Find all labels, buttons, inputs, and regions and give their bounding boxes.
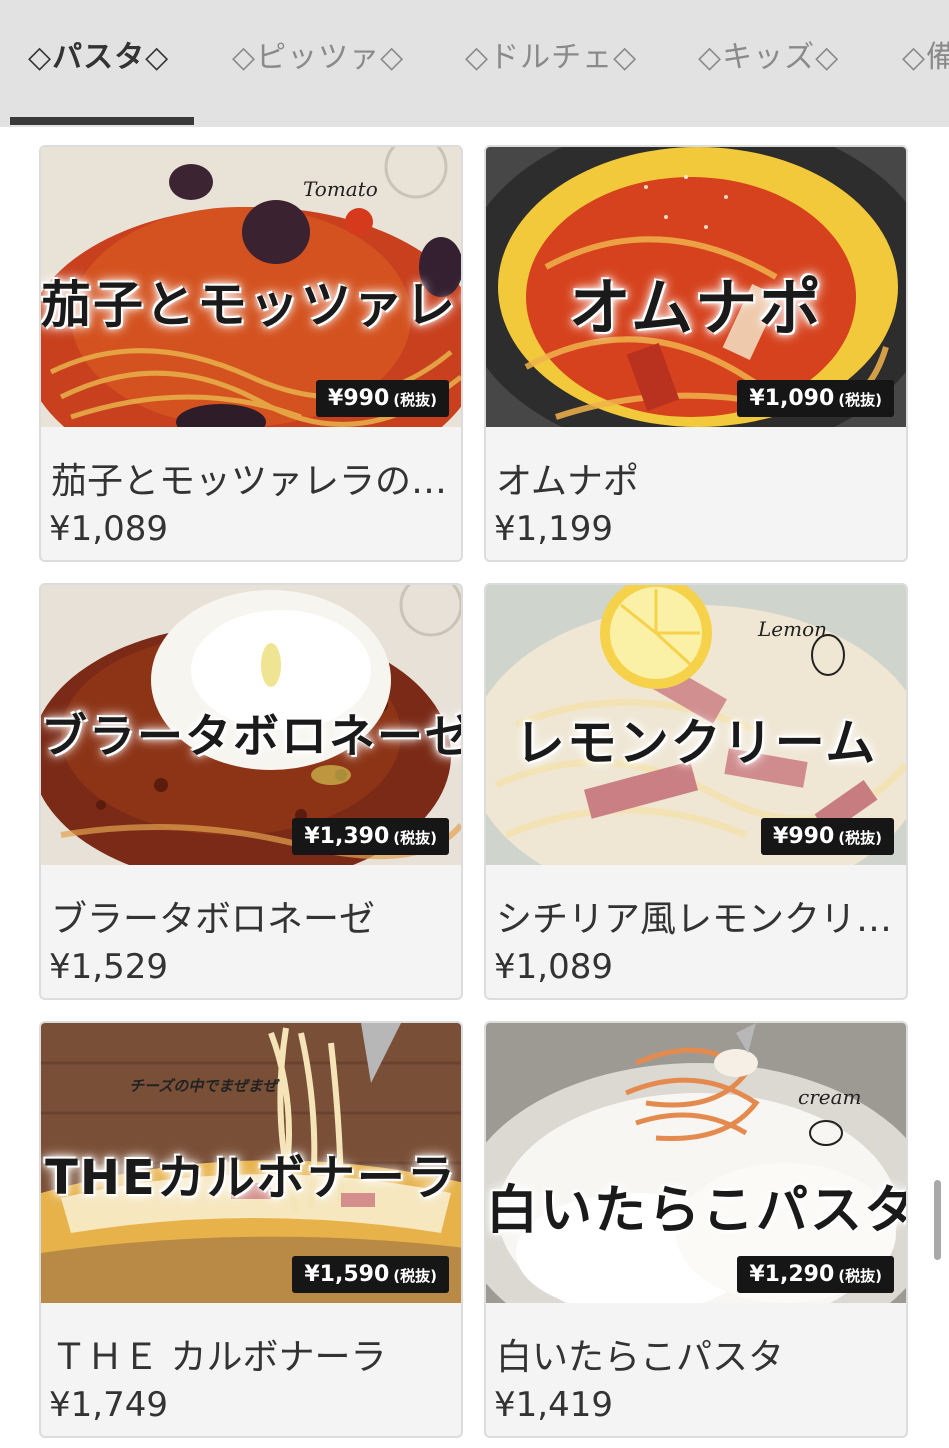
photo-overlay-title: 茄子とモッツァレラ — [41, 276, 461, 334]
menu-item-name: 茄子とモッツァレラの… — [51, 461, 448, 502]
menu-item-price: ¥1,199 — [494, 509, 613, 549]
photo-overlay-title: THEカルボナーラ — [45, 1150, 457, 1206]
menu-item-price: ¥1,089 — [494, 947, 613, 987]
menu-item-price: ¥1,419 — [494, 1385, 613, 1425]
photo-overlay-title: レモンクリーム — [514, 714, 878, 772]
vertical-scrollbar[interactable] — [934, 1180, 941, 1260]
menu-card-burrata-bolognese[interactable]: ブラータボロネーゼ ¥1,390 (税抜) ブラータボロネーゼ ¥1,529 — [39, 583, 463, 1000]
menu-item-price: ¥1,089 — [49, 509, 168, 549]
menu-grid: Tomato 茄子とモッツァレラ ¥990(税抜) 茄子とモッツァレラの… ¥1… — [0, 127, 949, 1448]
photo-price-tag: ¥990 (税抜) — [761, 818, 894, 855]
menu-item-name: ブラータボロネーゼ — [51, 899, 376, 940]
menu-card-eggplant-mozzarella[interactable]: Tomato 茄子とモッツァレラ ¥990(税抜) 茄子とモッツァレラの… ¥1… — [39, 145, 463, 562]
menu-item-photo: cream 白いたらこパスタ ¥1,290 (税抜) — [486, 1023, 906, 1303]
photo-overlay-title: オムナポ — [568, 271, 824, 344]
photo-price-tag: ¥1,390 (税抜) — [292, 818, 449, 855]
tab-kids[interactable]: ◇キッズ◇ — [698, 32, 839, 76]
active-tab-indicator — [10, 117, 194, 125]
menu-item-name: ＴＨＥ カルボナーラ — [51, 1337, 387, 1378]
menu-item-name: 白いたらこパスタ — [496, 1337, 785, 1378]
category-tab-bar: ◇パスタ◇ ◇ピッツァ◇ ◇ドルチェ◇ ◇キッズ◇ ◇備 — [0, 0, 949, 127]
tab-more[interactable]: ◇備 — [902, 32, 949, 76]
photo-decoration-text: Lemon — [758, 617, 828, 641]
menu-card-omunapo[interactable]: オムナポ ¥1,090 (税抜) オムナポ ¥1,199 — [484, 145, 908, 562]
menu-card-the-carbonara[interactable]: チーズの中でまぜまぜ THEカルボナーラ ¥1,590 (税抜) ＴＨＥ カルボナ… — [39, 1021, 463, 1438]
menu-card-white-tarako-pasta[interactable]: cream 白いたらこパスタ ¥1,290 (税抜) 白いたらこパスタ ¥1,41… — [484, 1021, 908, 1438]
tab-dolce[interactable]: ◇ドルチェ◇ — [465, 32, 637, 76]
menu-item-name: オムナポ — [496, 461, 639, 502]
photo-price-tag: ¥1,290 (税抜) — [737, 1256, 894, 1293]
photo-decoration-text: Tomato — [303, 177, 378, 201]
menu-item-photo: チーズの中でまぜまぜ THEカルボナーラ ¥1,590 (税抜) — [41, 1023, 461, 1303]
menu-item-photo: ブラータボロネーゼ ¥1,390 (税抜) — [41, 585, 461, 865]
photo-decoration-text: チーズの中でまぜまぜ — [129, 1077, 278, 1095]
photo-price-tag: ¥1,090 (税抜) — [737, 380, 894, 417]
menu-card-sicilian-lemon-cream[interactable]: Lemon レモンクリーム ¥990 (税抜) シチリア風レモンクリ… ¥1,08… — [484, 583, 908, 1000]
menu-item-photo: Lemon レモンクリーム ¥990 (税抜) — [486, 585, 906, 865]
menu-item-photo: Tomato 茄子とモッツァレラ ¥990(税抜) — [41, 147, 461, 427]
photo-overlay-title: ブラータボロネーゼ — [41, 709, 461, 763]
menu-item-photo: オムナポ ¥1,090 (税抜) — [486, 147, 906, 427]
photo-price-tag: ¥990 (税抜) — [316, 380, 449, 417]
menu-item-price: ¥1,749 — [49, 1385, 168, 1425]
menu-item-price: ¥1,529 — [49, 947, 168, 987]
tab-pizza[interactable]: ◇ピッツァ◇ — [232, 32, 404, 76]
photo-overlay-title: 白いたらこパスタ — [486, 1181, 906, 1241]
menu-item-name: シチリア風レモンクリ… — [496, 899, 893, 940]
photo-price-tag: ¥1,590 (税抜) — [292, 1256, 449, 1293]
photo-decoration-text: cream — [798, 1085, 862, 1109]
tab-pasta[interactable]: ◇パスタ◇ — [28, 32, 169, 76]
